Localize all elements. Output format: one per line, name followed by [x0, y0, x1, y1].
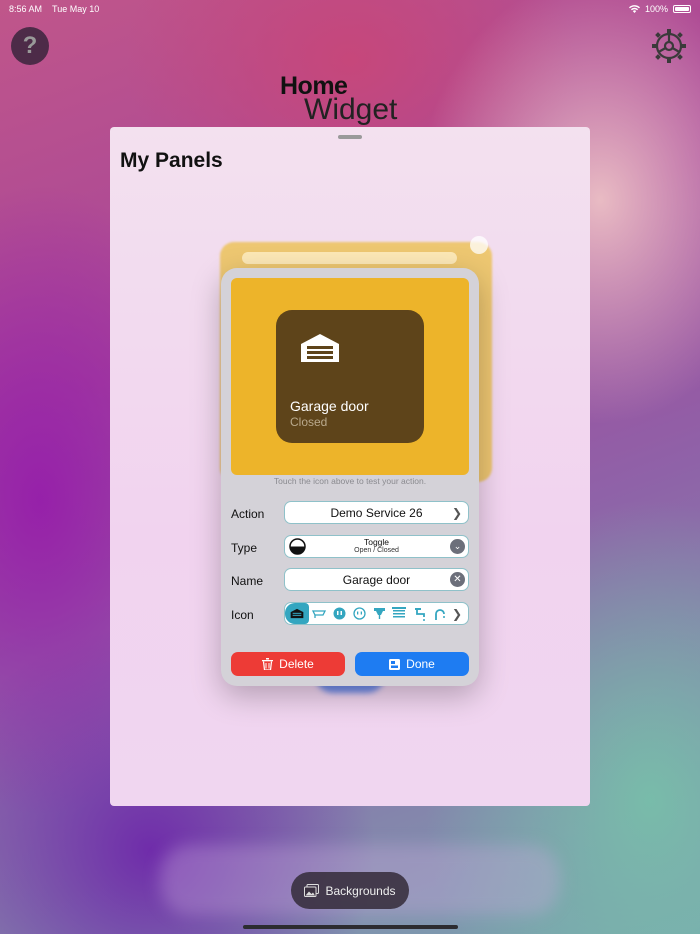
- sheet-title: My Panels: [120, 149, 223, 172]
- tile-name: Garage door: [290, 398, 369, 414]
- app-title-widget: Widget: [304, 93, 398, 126]
- backgrounds-button[interactable]: Backgrounds: [291, 872, 409, 909]
- icon-option-faucet[interactable]: [369, 603, 389, 624]
- garage-door-icon: [290, 608, 304, 619]
- icon-option-awning[interactable]: [309, 603, 329, 624]
- home-indicator: [243, 925, 458, 929]
- type-subvalue: Open / Closed: [354, 547, 399, 555]
- tap-icon: [415, 607, 425, 621]
- trash-icon: [262, 658, 274, 670]
- save-icon: [389, 658, 401, 670]
- preview-hint: Touch the icon above to test your action…: [273, 476, 427, 486]
- app-title: Home Widget: [280, 72, 397, 127]
- gear-icon: [652, 29, 686, 63]
- icon-option-outlet[interactable]: [329, 603, 349, 624]
- status-date: Tue May 10: [52, 4, 100, 14]
- faucet-icon: [373, 608, 385, 619]
- settings-button[interactable]: [650, 27, 688, 65]
- background-panel-bar: [242, 252, 457, 264]
- icon-option-outlet-outline[interactable]: [349, 603, 369, 624]
- status-time: 8:56 AM: [9, 4, 43, 14]
- action-editor-card: Garage door Closed Touch the icon above …: [221, 268, 479, 686]
- chevron-right-icon[interactable]: ❯: [452, 607, 462, 621]
- done-label: Done: [406, 657, 435, 671]
- icon-picker[interactable]: ❯: [284, 602, 469, 625]
- type-value: Toggle: [363, 537, 390, 548]
- chevron-down-icon: ⌄: [450, 539, 465, 554]
- battery-percent: 100%: [644, 4, 668, 14]
- icon-label: Icon: [231, 608, 254, 622]
- type-label: Type: [231, 541, 258, 555]
- question-icon: ?: [22, 32, 38, 59]
- outlet-icon: [333, 607, 345, 620]
- action-tile[interactable]: Garage door Closed: [276, 310, 424, 443]
- clear-icon[interactable]: ✕: [450, 572, 465, 587]
- sheet-grabber[interactable]: [338, 135, 362, 139]
- background-panel-badge: [470, 236, 488, 254]
- status-bar: 8:56 AM Tue May 10 100%: [0, 0, 700, 18]
- delete-button[interactable]: Delete: [231, 652, 345, 676]
- type-select[interactable]: Toggle Open / Closed ⌄: [284, 535, 469, 558]
- done-button[interactable]: Done: [355, 652, 469, 676]
- toggle-half-icon: [289, 538, 306, 555]
- icon-option-sprinkler[interactable]: [429, 603, 449, 624]
- chevron-right-icon: ❯: [451, 506, 462, 520]
- icon-option-blinds[interactable]: [389, 603, 409, 624]
- photo-stack-icon: [304, 884, 320, 897]
- name-field[interactable]: Garage door ✕: [284, 568, 469, 591]
- awning-icon: [312, 609, 326, 618]
- battery-icon: [673, 5, 691, 13]
- backgrounds-label: Backgrounds: [325, 883, 396, 898]
- outlet-outline-icon: [352, 607, 366, 620]
- action-label: Action: [231, 507, 265, 521]
- icon-option-garage-selected[interactable]: [285, 603, 309, 624]
- garage-door-icon: [301, 334, 339, 362]
- name-label: Name: [231, 574, 264, 588]
- delete-label: Delete: [279, 657, 314, 671]
- help-button[interactable]: ?: [11, 27, 49, 65]
- action-value: Demo Service 26: [330, 505, 423, 520]
- action-field[interactable]: Demo Service 26 ❯: [284, 501, 469, 524]
- wifi-icon: [628, 5, 640, 13]
- tile-status: Closed: [290, 415, 328, 429]
- icon-option-tap[interactable]: [409, 603, 429, 624]
- name-value: Garage door: [342, 572, 411, 587]
- sprinkler-icon: [435, 608, 445, 620]
- action-preview: Garage door Closed: [231, 278, 469, 475]
- blinds-icon: [392, 607, 406, 618]
